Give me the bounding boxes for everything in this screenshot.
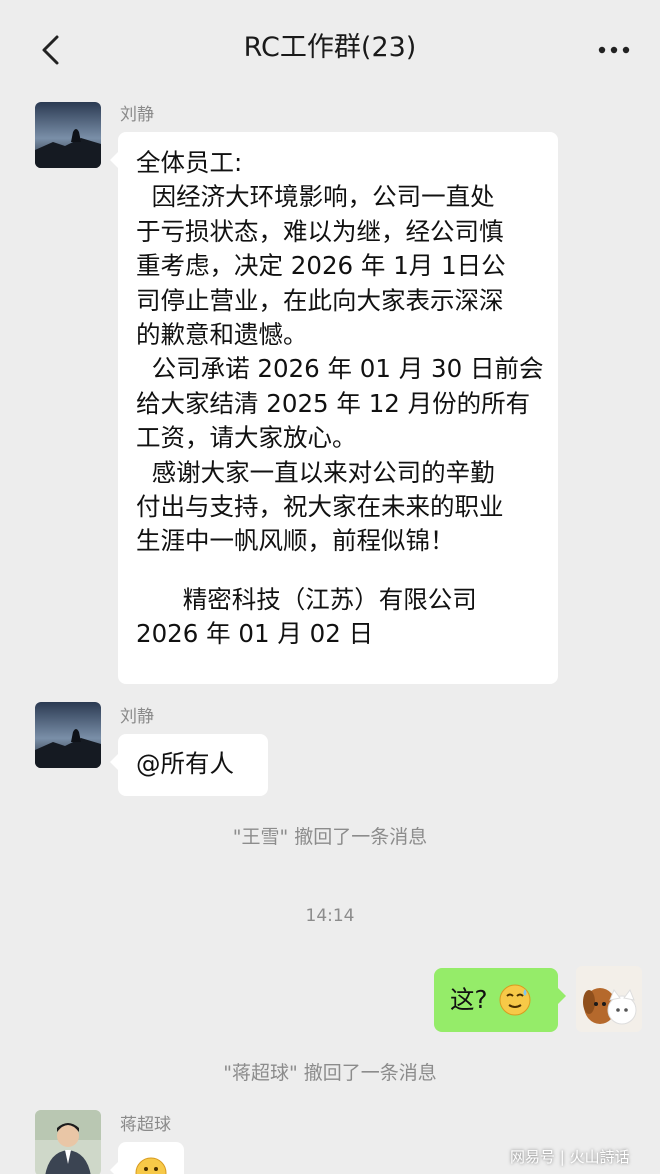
notice-line: 全体员工: (136, 148, 243, 177)
emoji-icon (135, 1157, 167, 1174)
sunset-avatar-image (35, 702, 101, 768)
notice-message-bubble[interactable]: 全体员工: 因经济大环境影响，公司一直处 于亏损状态，难以为继，经公司慎 重考虑… (110, 132, 558, 684)
timestamp: 14:14 (305, 906, 355, 926)
puppy-kitten-avatar-image (576, 966, 642, 1032)
avatar[interactable] (35, 702, 101, 768)
notice-line: 2026 年 01 月 02 日 (136, 619, 374, 649)
notice-line: 付出与支持，祝大家在未来的职业 (136, 492, 504, 522)
chat-header: RC工作群(23) (0, 0, 660, 96)
sender-name: 刘静 (120, 707, 154, 727)
notice-line: 于亏损状态，难以为继，经公司慎 (136, 216, 504, 246)
notice-line: 生涯中一帆风顺，前程似锦！ (136, 526, 455, 556)
self-avatar[interactable] (576, 966, 642, 1032)
sender-name: 蒋超球 (120, 1115, 171, 1135)
notice-line: 精密科技（江苏）有限公司 (136, 584, 477, 614)
notice-line: 因经济大环境影响，公司一直处 (136, 182, 495, 212)
notice-line: 给大家结清 2025 年 12 月份的所有 (136, 388, 531, 418)
message-text: 这? (450, 984, 488, 1014)
chat-title: RC工作群(23) (243, 32, 417, 63)
notice-line (136, 559, 540, 583)
notice-line: 的歉意和遗憾。 (136, 320, 308, 350)
watermark: 网易号 | 火山詩话 (510, 1148, 630, 1166)
man-in-suit-avatar-image (35, 1110, 101, 1174)
self-message-bubble[interactable]: 这? (434, 968, 566, 1032)
notice-line: 司停止营业，在此向大家表示深深 (136, 285, 504, 315)
notice-line: 重考虑，决定 2026 年 1月 1日公 (136, 251, 506, 281)
notice-line: 感谢大家一直以来对公司的辛勤 (136, 457, 495, 487)
more-dots-icon (598, 46, 630, 54)
mention-all-message-bubble[interactable]: @所有人 (110, 734, 268, 796)
notice-line: 工资，请大家放心。 (136, 423, 357, 453)
recall-notice: "蒋超球" 撤回了一条消息 (223, 1062, 437, 1084)
sweat-smile-emoji (499, 984, 531, 1016)
sunset-avatar-image (35, 102, 101, 168)
message-text: @所有人 (136, 749, 234, 778)
sender-name: 刘静 (120, 105, 154, 125)
avatar[interactable] (35, 1110, 101, 1174)
avatar[interactable] (35, 102, 101, 168)
more-button[interactable] (588, 30, 640, 70)
recall-notice: "王雪" 撤回了一条消息 (232, 826, 428, 848)
notice-line: 公司承诺 2026 年 01 月 30 日前会 (136, 354, 544, 384)
emoji-message-bubble[interactable] (110, 1142, 184, 1174)
